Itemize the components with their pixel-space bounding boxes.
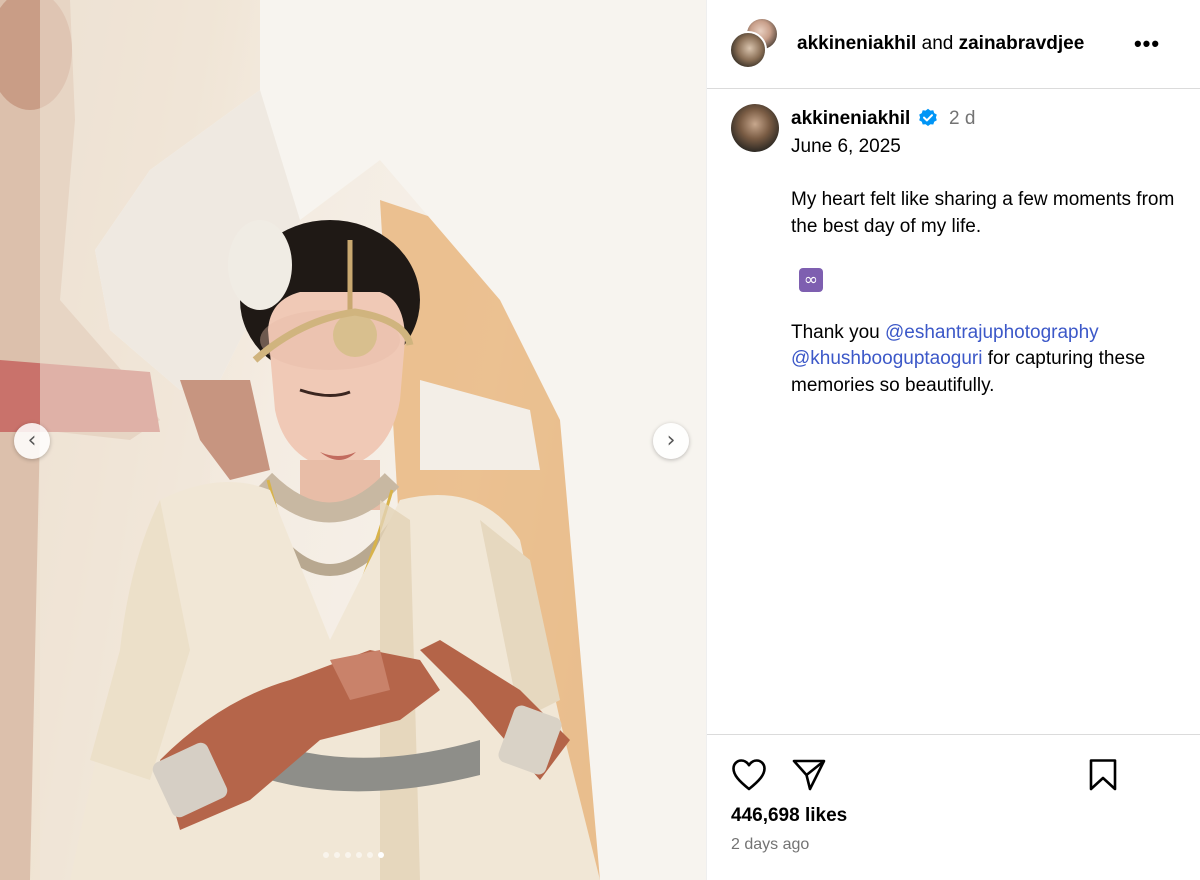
author-link[interactable]: zainabravdjee (959, 33, 1085, 54)
carousel-indicators (0, 852, 706, 858)
heart-icon (732, 759, 766, 791)
carousel-dot (355, 852, 362, 858)
caption-date: June 6, 2025 (791, 136, 901, 157)
more-horizontal-icon: ••• (1133, 31, 1161, 56)
collab-avatars[interactable] (729, 17, 781, 69)
authors-joiner: and (916, 33, 959, 54)
carousel-dot-active (377, 852, 384, 858)
post-header: akkineniakhil and zainabravdjee ••• (707, 0, 1200, 89)
post-authors: akkineniakhil and zainabravdjee (797, 33, 1084, 55)
post-actions: 446,698 likes 2 days ago (707, 734, 1200, 880)
caption-line: My heart felt like sharing a few moments… (791, 189, 1175, 237)
verified-badge-icon (919, 108, 937, 126)
carousel-dot (333, 852, 340, 858)
author-link[interactable]: akkineniakhil (797, 33, 916, 54)
carousel-dot (344, 852, 351, 858)
previous-slide-button[interactable]: ‹ (14, 423, 50, 459)
mention-link[interactable]: @khushbooguptaoguri (791, 348, 982, 369)
share-button[interactable] (789, 755, 829, 795)
caption-username[interactable]: akkineniakhil (791, 108, 910, 130)
post-media[interactable]: ‹ › (0, 0, 706, 880)
bookmark-icon (1089, 759, 1117, 791)
carousel-dot (322, 852, 329, 858)
avatar[interactable] (731, 104, 779, 152)
like-button[interactable] (729, 755, 769, 795)
post-details-panel: akkineniakhil and zainabravdjee ••• akki… (706, 0, 1200, 880)
save-button[interactable] (1083, 755, 1123, 795)
post-timestamp[interactable]: 2 days ago (731, 836, 809, 854)
caption-thanks: Thank you @eshantrajuphotography @khushbo… (791, 320, 1181, 400)
infinity-emoji-icon: ∞ (799, 267, 823, 292)
chevron-left-icon: ‹ (27, 428, 37, 453)
post-time[interactable]: 2 d (949, 108, 975, 130)
avatar[interactable] (729, 31, 767, 69)
caption-thanks-prefix: Thank you (791, 321, 885, 343)
wedding-photo (0, 0, 706, 880)
mention-link[interactable]: @eshantrajuphotography (885, 322, 1099, 343)
carousel-dot (366, 852, 373, 858)
likes-count[interactable]: 446,698 likes (731, 805, 847, 827)
chevron-right-icon: › (666, 428, 676, 453)
caption-text: June 6, 2025 My heart felt like sharing … (791, 134, 1181, 399)
more-options-button[interactable]: ••• (1127, 30, 1167, 58)
next-slide-button[interactable]: › (653, 423, 689, 459)
send-icon (792, 759, 826, 791)
